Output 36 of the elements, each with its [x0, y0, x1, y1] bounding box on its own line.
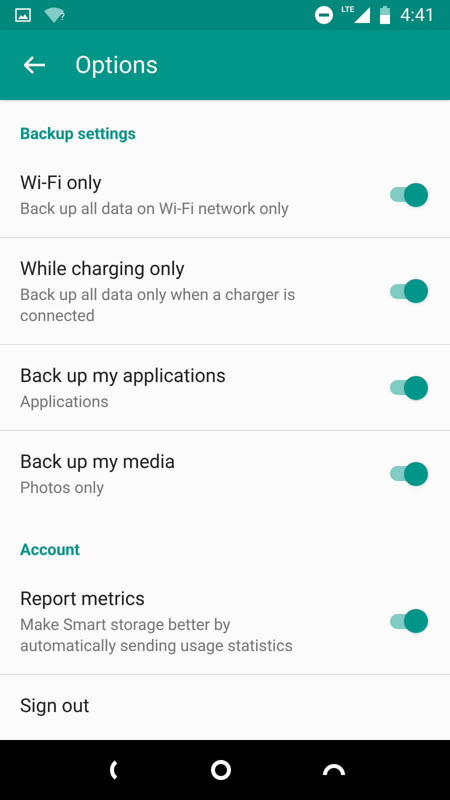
status-time: 4:41	[400, 4, 435, 28]
setting-summary: Photos only	[20, 477, 105, 498]
section-header: Account	[19, 539, 81, 561]
setting-summary: Applications	[20, 391, 110, 412]
signal-icon	[354, 7, 370, 23]
setting-summary: Make Smart storage better by automatically sending usage statistics	[20, 614, 294, 656]
screen-title: Options	[75, 50, 158, 81]
setting-title: While charging only	[20, 256, 186, 282]
wifi-icon	[44, 7, 64, 23]
settings-row[interactable]: Back up my applications Applications	[0, 345, 450, 431]
setting-title: Sign out	[20, 693, 90, 719]
battery-icon	[380, 6, 390, 24]
network-label: LTE	[341, 6, 354, 14]
settings-row[interactable]: Sign out	[0, 675, 450, 737]
setting-title: Back up my applications	[20, 363, 227, 389]
wifi-badge-label: ?	[60, 13, 65, 23]
recents-icon[interactable]	[322, 764, 345, 776]
settings-row[interactable]: Back up my media Photos only	[0, 431, 450, 516]
image-icon	[15, 8, 31, 22]
do-not-disturb-icon	[315, 6, 334, 24]
toggle-switch[interactable]	[388, 277, 428, 305]
setting-summary: Back up all data only when a charger is connected	[20, 284, 296, 326]
toggle-switch[interactable]	[388, 607, 428, 635]
setting-title: Wi-Fi only	[20, 170, 103, 196]
setting-title: Back up my media	[20, 449, 176, 475]
setting-title: Report metrics	[20, 586, 146, 612]
toggle-switch[interactable]	[388, 180, 428, 208]
home-icon[interactable]	[210, 759, 232, 781]
toggle-switch[interactable]	[388, 374, 428, 402]
toggle-switch[interactable]	[388, 460, 428, 488]
settings-row[interactable]: Wi-Fi only Back up all data on Wi-Fi network only	[0, 152, 450, 238]
back-arrow-icon	[24, 56, 46, 74]
settings-row[interactable]: While charging only Back up all data only when a charger is connected	[0, 238, 450, 345]
section-header: Backup settings	[19, 123, 137, 145]
setting-summary: Back up all data on Wi-Fi network only	[20, 198, 290, 219]
settings-row[interactable]: Report metrics Make Smart storage better by automatically sending usage statistics	[0, 568, 450, 675]
